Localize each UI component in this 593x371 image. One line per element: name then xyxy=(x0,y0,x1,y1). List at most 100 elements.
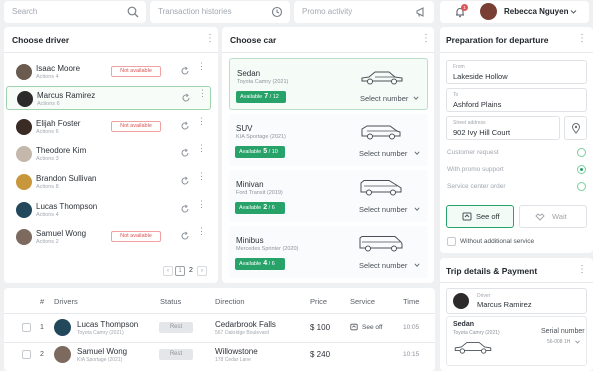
select-number-dropdown[interactable]: Select number xyxy=(360,94,408,103)
more-options-icon[interactable]: ⋮ xyxy=(197,62,206,71)
car-model: Toyota Camry (2021) xyxy=(237,79,289,85)
more-options-icon[interactable]: ⋮ xyxy=(197,227,206,236)
transaction-histories-box[interactable]: Transaction histories xyxy=(150,1,290,23)
car-list-item[interactable]: Sedan Toyota Camry (2021) Available 7 / 12 S… xyxy=(229,58,428,110)
divider xyxy=(4,52,218,53)
chevron-down-icon[interactable] xyxy=(575,340,580,344)
select-number-dropdown[interactable]: Select number xyxy=(359,205,407,214)
status-badge: Not available xyxy=(111,231,161,242)
table-header-service[interactable]: Service xyxy=(350,297,375,306)
more-options-icon[interactable]: ⋮ xyxy=(577,34,587,44)
row-checkbox[interactable] xyxy=(22,350,31,359)
table-header-drivers[interactable]: Drivers xyxy=(54,297,78,306)
more-options-icon[interactable]: ⋮ xyxy=(197,172,206,181)
availability-label: Available xyxy=(239,149,262,155)
refresh-icon[interactable] xyxy=(181,93,191,103)
more-options-icon[interactable]: ⋮ xyxy=(197,144,206,153)
select-number-dropdown[interactable]: Select number xyxy=(359,261,407,270)
history-icon[interactable] xyxy=(271,6,283,18)
more-options-icon[interactable]: ⋮ xyxy=(205,34,215,44)
more-options-icon[interactable]: ⋮ xyxy=(421,34,431,44)
wait-button[interactable]: Wait xyxy=(519,205,587,228)
chevron-down-icon[interactable] xyxy=(413,95,419,101)
option-service-center-label: Service center order xyxy=(447,183,506,190)
option-service-center-radio[interactable] xyxy=(577,182,586,191)
refresh-icon[interactable] xyxy=(180,204,190,214)
row-direction: Cedarbrook Falls xyxy=(215,320,276,329)
map-pin-button[interactable] xyxy=(564,116,587,140)
street-address-value[interactable]: 902 Ivy Hill Court xyxy=(453,128,510,137)
refresh-icon[interactable] xyxy=(180,231,190,241)
to-label: To xyxy=(453,92,459,98)
to-field[interactable]: To Ashford Plains xyxy=(446,88,587,112)
car-model: KIA Sportage (2021) xyxy=(236,134,286,140)
driver-list-item[interactable]: Samuel Wong Actions 2 Not available ⋮ xyxy=(6,225,211,249)
refresh-icon[interactable] xyxy=(180,176,190,186)
driver-list-item[interactable]: Lucas Thompson Actions 4 ⋮ xyxy=(6,198,211,222)
transaction-histories-input[interactable]: Transaction histories xyxy=(158,7,232,16)
option-promo-support-radio[interactable] xyxy=(577,165,586,174)
more-options-icon[interactable]: ⋮ xyxy=(198,89,207,98)
pagination-page-1[interactable]: 1 xyxy=(175,266,185,276)
driver-list-item[interactable]: Brandon Sullivan Actions 8 ⋮ xyxy=(6,170,211,194)
chevron-down-icon[interactable] xyxy=(414,206,420,212)
search-input[interactable]: Search xyxy=(12,7,37,16)
more-options-icon[interactable]: ⋮ xyxy=(197,117,206,126)
car-type: Sedan xyxy=(237,69,261,78)
avatar xyxy=(453,293,469,309)
row-time: 10:15 xyxy=(403,351,420,358)
car-model: Mercedes Sprinter (2020) xyxy=(236,246,299,252)
availability-badge: Available 7 / 12 xyxy=(236,91,286,103)
chevron-down-icon[interactable] xyxy=(570,9,577,15)
select-number-dropdown[interactable]: Select number xyxy=(359,149,407,158)
availability-total: 6 xyxy=(271,261,275,267)
serial-number-value[interactable]: 56-008 1H xyxy=(547,339,570,345)
more-options-icon[interactable]: ⋮ xyxy=(197,200,206,209)
refresh-icon[interactable] xyxy=(180,121,190,131)
pagination-page-2[interactable]: 2 xyxy=(189,266,193,276)
without-service-checkbox[interactable] xyxy=(447,237,456,246)
chevron-down-icon[interactable] xyxy=(414,150,420,156)
row-driver-car: KIA Sportage (2021) xyxy=(77,357,123,363)
row-number: 2 xyxy=(40,351,44,358)
car-list-item[interactable]: Minibus Mercedes Sprinter (2020) Available… xyxy=(229,226,428,278)
from-field[interactable]: From Lakeside Hollow xyxy=(446,60,587,84)
driver-list-item[interactable]: Theodore Kim Actions 3 ⋮ xyxy=(6,142,211,166)
option-customer-request-label: Customer request xyxy=(447,149,499,156)
option-promo-support-label: With promo support xyxy=(447,166,504,173)
table-header-price[interactable]: Price xyxy=(310,297,327,306)
refresh-icon[interactable] xyxy=(180,148,190,158)
search-box[interactable]: Search xyxy=(4,1,146,23)
user-avatar[interactable] xyxy=(480,3,497,20)
panel-title: Choose driver xyxy=(12,35,70,45)
promo-activity-input[interactable]: Promo activity xyxy=(302,7,352,16)
street-address-field[interactable]: Street address 902 Ivy Hill Court xyxy=(446,116,560,140)
chevron-down-icon[interactable] xyxy=(414,262,420,268)
megaphone-icon[interactable] xyxy=(415,6,427,18)
driver-list-item[interactable]: Isaac Moore Actions 4 Not available ⋮ xyxy=(6,60,211,84)
row-checkbox[interactable] xyxy=(22,323,31,332)
to-value[interactable]: Ashford Plains xyxy=(453,100,501,109)
from-value[interactable]: Lakeside Hollow xyxy=(453,72,508,81)
search-icon[interactable] xyxy=(127,6,139,18)
table-header-status[interactable]: Status xyxy=(160,297,181,306)
driver-list-item[interactable]: Marcus Ramirez Actions 6 ⋮ xyxy=(6,86,211,110)
pagination-next-button[interactable]: › xyxy=(197,266,207,276)
availability-total: 6 xyxy=(271,205,275,211)
car-list-item[interactable]: SUV KIA Sportage (2021) Available 5 / 10 Sel… xyxy=(229,114,428,166)
promo-activity-box[interactable]: Promo activity xyxy=(294,1,434,23)
refresh-icon[interactable] xyxy=(180,66,190,76)
driver-list-item[interactable]: Elijah Foster Actions 6 Not available ⋮ xyxy=(6,115,211,139)
pagination-prev-button[interactable]: ‹ xyxy=(163,266,173,276)
car-list-item[interactable]: Minivan Ford Transit (2019) Available 2 / 6… xyxy=(229,170,428,222)
see-off-button[interactable]: See off xyxy=(446,205,514,228)
table-header-direction[interactable]: Direction xyxy=(215,297,245,306)
more-options-icon[interactable]: ⋮ xyxy=(577,265,587,275)
serial-number-label: Serial number xyxy=(541,328,585,335)
trip-car-model: Toyota Camry (2021) xyxy=(453,330,500,336)
option-customer-request-radio[interactable] xyxy=(577,148,586,157)
row-driver-name: Samuel Wong xyxy=(77,347,128,356)
divider xyxy=(222,52,434,53)
user-name[interactable]: Rebecca Nguyen xyxy=(504,7,568,16)
table-header-time[interactable]: Time xyxy=(403,297,419,306)
